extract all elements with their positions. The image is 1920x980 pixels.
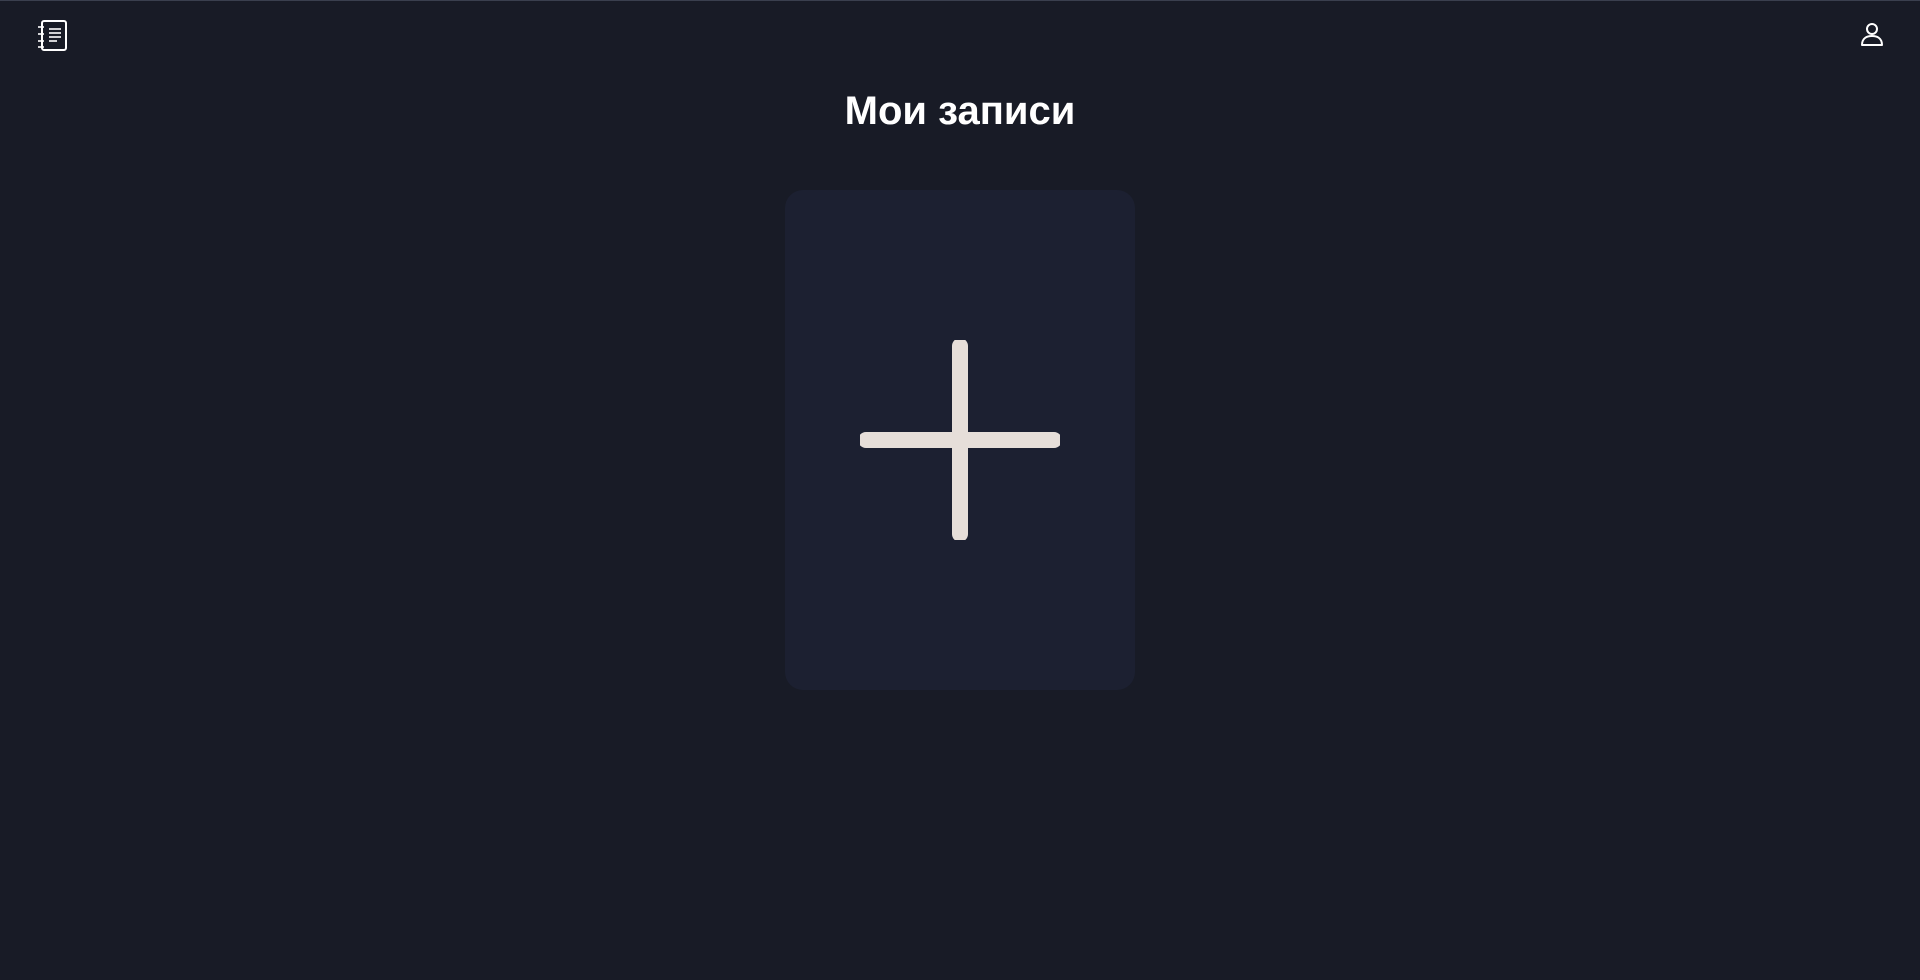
page-title: Мои записи <box>844 89 1076 133</box>
user-icon[interactable] <box>1858 20 1886 48</box>
plus-icon <box>858 338 1062 542</box>
header <box>0 0 1920 70</box>
notebook-icon[interactable] <box>36 18 70 54</box>
add-note-card[interactable] <box>785 190 1135 690</box>
